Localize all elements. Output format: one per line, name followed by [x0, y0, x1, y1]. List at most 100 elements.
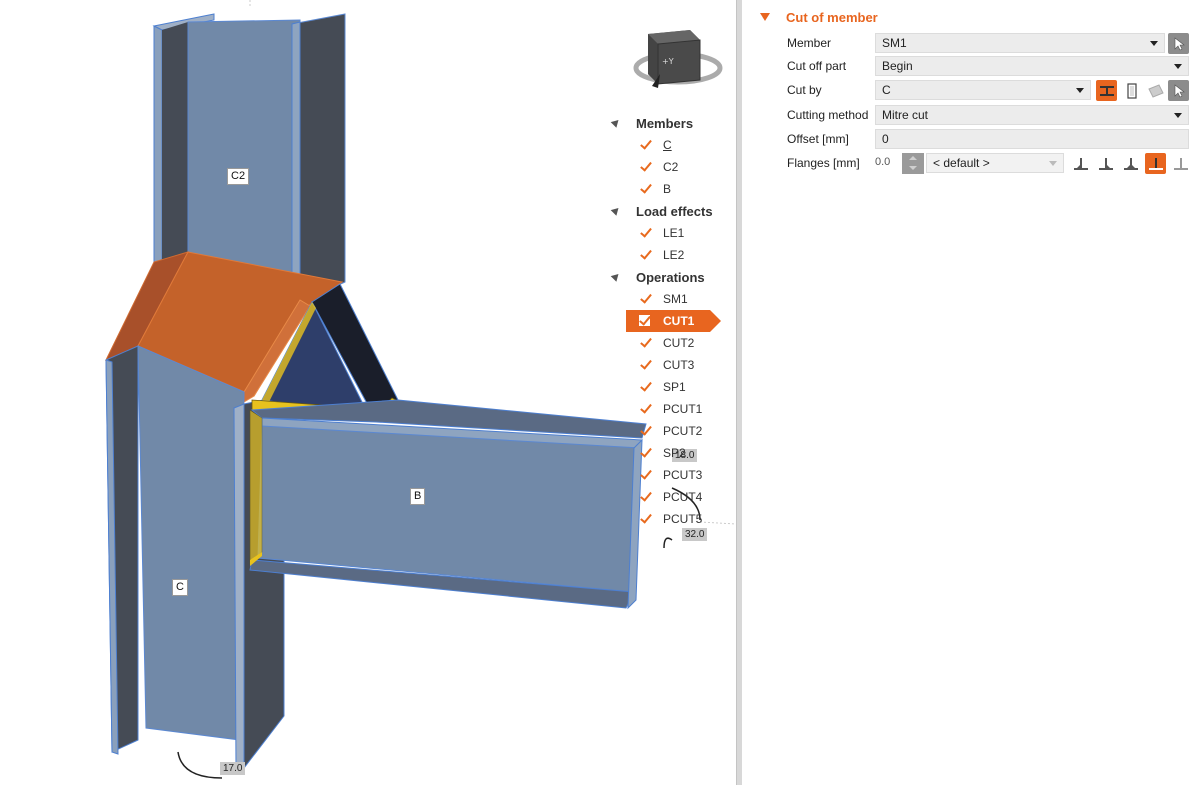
view-cube-icon[interactable]: +Y: [628, 26, 728, 92]
fillet-weld-icon: [1073, 157, 1088, 170]
member-b[interactable]: [249, 399, 647, 610]
properties-panel: Cut of member Member SM1 Cut off part Be…: [742, 0, 1197, 785]
tree-group-label: Load effects: [636, 203, 713, 219]
checkbox-checked-icon[interactable]: [638, 402, 651, 415]
tree-item-sp2[interactable]: SP2: [608, 442, 734, 464]
member-label-c[interactable]: C: [172, 579, 188, 596]
section-title: Cut of member: [786, 9, 878, 25]
pick-member-button[interactable]: [1168, 33, 1189, 54]
tree-item-pcut2[interactable]: PCUT2: [608, 420, 734, 442]
member-label-b[interactable]: B: [410, 488, 426, 505]
cut-by-plate-button[interactable]: [1121, 80, 1142, 101]
section-header-cut-of-member[interactable]: Cut of member: [760, 8, 878, 26]
plate-icon: [1126, 82, 1137, 99]
tree-group-members[interactable]: Members: [608, 112, 734, 134]
tree-item-label: CUT1: [663, 314, 695, 328]
weld-type-value: < default >: [933, 156, 990, 170]
tree-item-cut1[interactable]: CUT1: [608, 310, 734, 332]
member-select[interactable]: SM1: [875, 33, 1165, 53]
checkbox-checked-icon[interactable]: [638, 292, 651, 305]
checkbox-checked-icon[interactable]: [638, 226, 651, 239]
tree-item-cut3[interactable]: CUT3: [608, 354, 734, 376]
checkbox-checked-icon[interactable]: [638, 138, 651, 151]
cut-by-value: C: [882, 83, 891, 97]
checkbox-checked-icon[interactable]: [638, 358, 651, 371]
tree-item-le1[interactable]: LE1: [608, 222, 734, 244]
tree-item-label: B: [663, 182, 672, 196]
cursor-icon: [1174, 36, 1185, 50]
weld-double-fillet-button[interactable]: [1095, 153, 1116, 174]
expand-arrow-icon[interactable]: [610, 205, 622, 216]
tree-item-sp1[interactable]: SP1: [608, 376, 734, 398]
checkbox-checked-icon[interactable]: [638, 468, 651, 481]
expand-arrow-icon[interactable]: [610, 271, 622, 282]
tree-item-b[interactable]: B: [608, 178, 734, 200]
collapse-arrow-icon[interactable]: [760, 13, 770, 21]
cut-by-member-button[interactable]: [1096, 80, 1117, 101]
offset-input[interactable]: 0: [875, 129, 1189, 149]
3d-viewport[interactable]: C2 B C 18.0 32.0 17.0 +Y Members C C2 B Load…: [0, 0, 736, 785]
checkbox-checked-icon[interactable]: [638, 424, 651, 437]
row-offset: Offset [mm] 0: [787, 128, 1197, 150]
tree-item-sm1[interactable]: SM1: [608, 288, 734, 310]
row-flanges: Flanges [mm] 0.0 < default >: [787, 152, 1197, 174]
checkbox-checked-icon[interactable]: [638, 512, 651, 525]
flanges-label: Flanges [mm]: [787, 156, 860, 170]
chevron-down-icon: [1076, 88, 1084, 93]
weld-both-sides-button[interactable]: [1120, 153, 1141, 174]
cut-off-part-label: Cut off part: [787, 59, 847, 73]
cutting-method-label: Cutting method: [787, 108, 869, 122]
checkbox-checked-icon[interactable]: [638, 160, 651, 173]
cut-by-label: Cut by: [787, 83, 822, 97]
checkbox-checked-icon[interactable]: [638, 314, 651, 327]
tree-item-c2[interactable]: C2: [608, 156, 734, 178]
cut-off-part-select[interactable]: Begin: [875, 56, 1189, 76]
no-weld-icon: [1173, 157, 1188, 170]
checkbox-checked-icon[interactable]: [638, 336, 651, 349]
tree-item-pcut1[interactable]: PCUT1: [608, 398, 734, 420]
cutting-method-select[interactable]: Mitre cut: [875, 105, 1189, 125]
tree-item-c[interactable]: C: [608, 134, 734, 156]
tree-item-label: SP2: [663, 446, 686, 460]
tree-item-pcut3[interactable]: PCUT3: [608, 464, 734, 486]
both-sides-weld-icon: [1123, 157, 1138, 170]
chevron-down-icon: [1150, 41, 1158, 46]
cut-off-part-value: Begin: [882, 59, 913, 73]
dimension-label[interactable]: 17.0: [220, 762, 246, 775]
navcube-axis-label: +Y: [662, 57, 674, 66]
flanges-stepper[interactable]: [902, 153, 924, 174]
weld-fillet-button[interactable]: [1070, 153, 1091, 174]
pick-cut-by-button[interactable]: [1168, 80, 1189, 101]
tree-group-load-effects[interactable]: Load effects: [608, 200, 734, 222]
nav-cube[interactable]: +Y: [628, 26, 728, 92]
operations-tree: Members C C2 B Load effects LE1 LE2 Operations S…: [608, 112, 734, 530]
expand-arrow-icon[interactable]: [610, 117, 622, 128]
tree-item-pcut5[interactable]: PCUT5: [608, 508, 734, 530]
checkbox-checked-icon[interactable]: [638, 490, 651, 503]
checkbox-checked-icon[interactable]: [638, 380, 651, 393]
cut-by-select[interactable]: C: [875, 80, 1091, 100]
member-label-c2[interactable]: C2: [227, 168, 250, 185]
offset-label: Offset [mm]: [787, 132, 849, 146]
tree-item-label: SP1: [663, 380, 686, 394]
tree-item-label: PCUT2: [663, 424, 703, 438]
app-root: C2 B C 18.0 32.0 17.0 +Y Members C C2 B Load…: [0, 0, 1197, 785]
tree-item-pcut4[interactable]: PCUT4: [608, 486, 734, 508]
tree-group-label: Members: [636, 115, 694, 131]
weld-none-button[interactable]: [1170, 153, 1191, 174]
cut-by-workplane-button[interactable]: [1145, 80, 1166, 101]
checkbox-checked-icon[interactable]: [638, 182, 651, 195]
double-fillet-weld-icon: [1098, 157, 1113, 170]
tree-group-operations[interactable]: Operations: [608, 266, 734, 288]
weld-type-select[interactable]: < default >: [926, 153, 1064, 173]
tree-item-label: C: [663, 138, 672, 152]
cursor-icon: [1174, 83, 1185, 97]
tree-item-le2[interactable]: LE2: [608, 244, 734, 266]
checkbox-checked-icon[interactable]: [638, 248, 651, 261]
checkbox-checked-icon[interactable]: [638, 446, 651, 459]
weld-butt-button[interactable]: [1145, 153, 1166, 174]
tree-item-label: LE1: [663, 226, 685, 240]
tree-item-cut2[interactable]: CUT2: [608, 332, 734, 354]
tree-item-label: CUT2: [663, 336, 695, 350]
flanges-value[interactable]: 0.0: [875, 156, 890, 168]
